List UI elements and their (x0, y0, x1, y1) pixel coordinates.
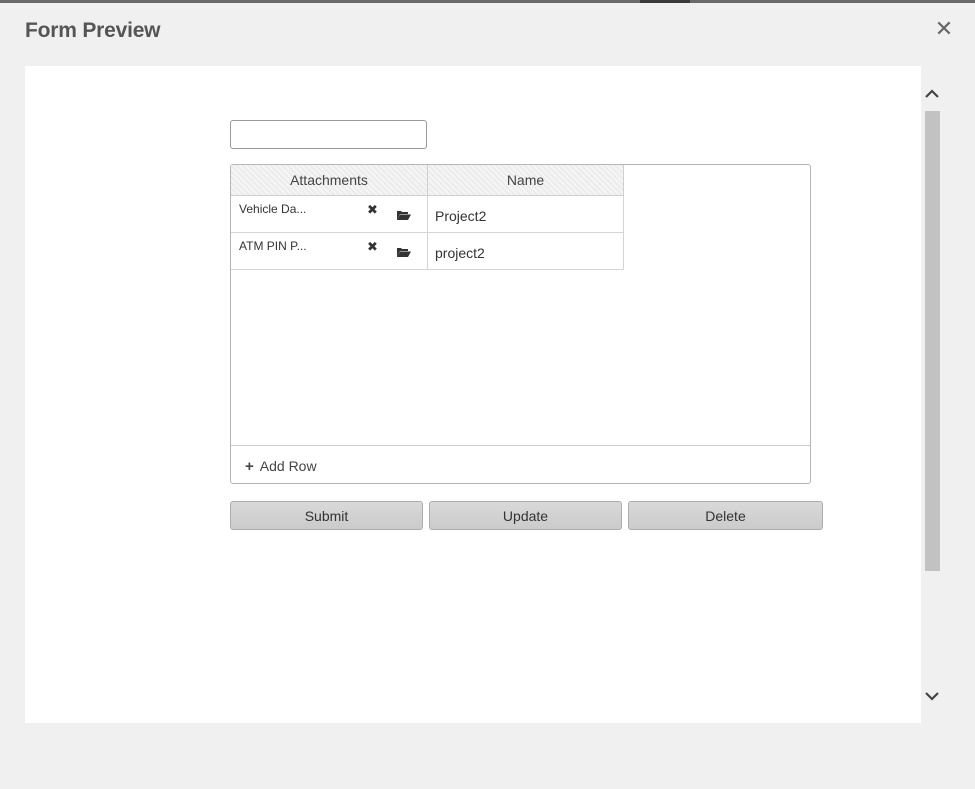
scroll-up-icon[interactable] (922, 84, 942, 104)
attachment-cell: Vehicle Da... ✖ (231, 195, 428, 233)
scrollbar-track[interactable] (922, 111, 942, 571)
attachment-filename[interactable]: Vehicle Da... (239, 202, 306, 216)
scrollbar-thumb[interactable] (925, 111, 940, 571)
table-row: Vehicle Da... ✖ Project2 (231, 195, 624, 233)
name-cell[interactable]: Project2 (427, 195, 624, 233)
name-cell[interactable]: project2 (427, 232, 624, 270)
plus-icon: + (245, 458, 254, 475)
form-text-input[interactable] (230, 120, 427, 149)
attachment-cell: ATM PIN P... ✖ (231, 232, 428, 270)
remove-icon[interactable]: ✖ (367, 239, 378, 255)
grid-table: Attachments Name Vehicle Da... ✖ Project… (231, 165, 624, 270)
add-row-button[interactable]: + Add Row (245, 458, 317, 475)
dialog-title: Form Preview (25, 19, 161, 42)
folder-open-icon[interactable] (397, 245, 411, 257)
delete-button[interactable]: Delete (628, 501, 823, 530)
close-icon[interactable]: ✕ (933, 18, 955, 40)
window-top-edge (0, 0, 975, 3)
column-header-name[interactable]: Name (427, 165, 624, 196)
column-header-attachments[interactable]: Attachments (231, 165, 428, 196)
attachments-grid: Attachments Name Vehicle Da... ✖ Project… (230, 164, 811, 484)
attachment-filename[interactable]: ATM PIN P... (239, 239, 307, 253)
add-row-label: Add Row (259, 458, 317, 474)
remove-icon[interactable]: ✖ (367, 202, 378, 218)
name-value: Project2 (435, 208, 487, 224)
window-top-edge-highlight (640, 0, 690, 3)
name-value: project2 (435, 245, 485, 261)
grid-header-row: Attachments Name (231, 165, 624, 196)
scroll-down-icon[interactable] (922, 686, 942, 706)
table-row: ATM PIN P... ✖ project2 (231, 232, 624, 270)
submit-button[interactable]: Submit (230, 501, 423, 530)
grid-footer: + Add Row (231, 445, 810, 484)
update-button[interactable]: Update (429, 501, 622, 530)
folder-open-icon[interactable] (397, 208, 411, 220)
